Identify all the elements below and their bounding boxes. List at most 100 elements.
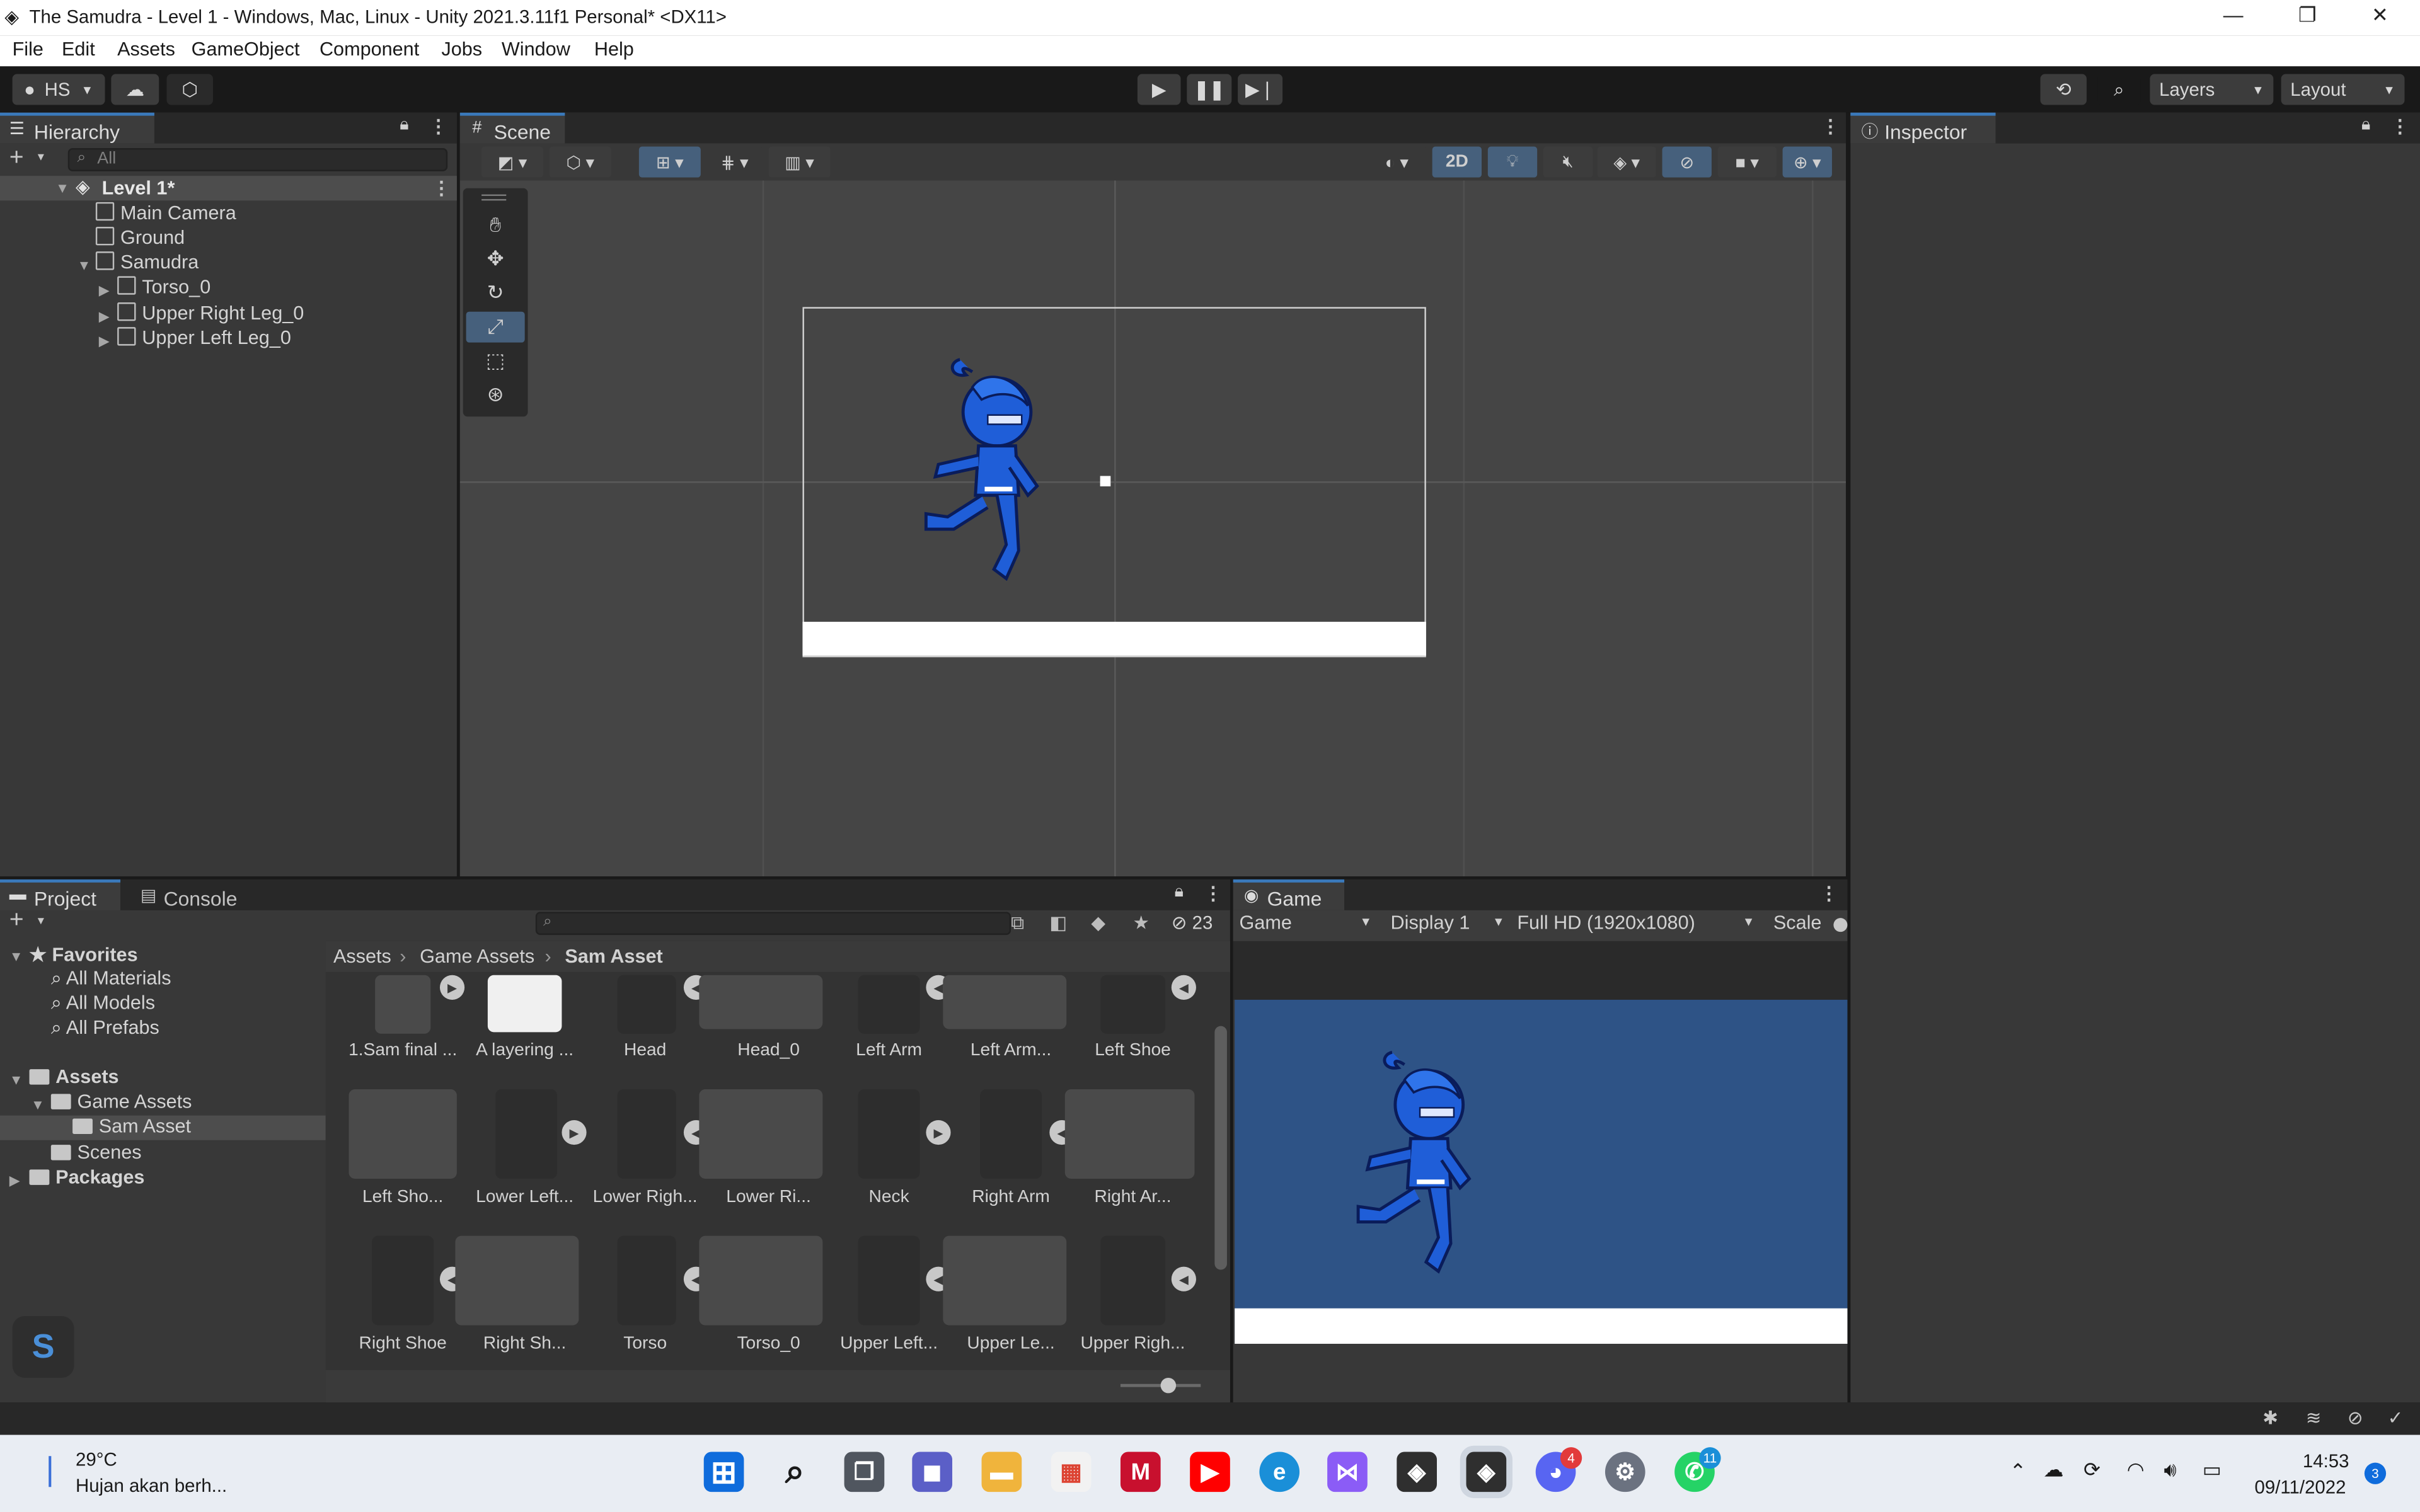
search-button[interactable]: ⌕ <box>2097 74 2141 105</box>
asset-thumb-upper-right[interactable] <box>1100 1235 1165 1326</box>
menu-file[interactable]: File <box>13 38 43 60</box>
start-menu-icon[interactable]: ⊞ <box>703 1452 744 1492</box>
resolution-select[interactable]: Full HD (1920x1080) ▼ <box>1517 912 1758 938</box>
snap-increment-dropdown[interactable]: ⋕ ▾ <box>706 146 763 178</box>
asset-thumb-lower-right[interactable] <box>617 1089 676 1179</box>
close-button[interactable]: ✕ <box>2344 3 2416 33</box>
tab-hierarchy[interactable]: ☰ Hierarchy <box>0 112 154 144</box>
project-search-input[interactable]: ⌕ <box>535 912 1011 936</box>
collapse-arrow-icon[interactable]: ▶ <box>99 309 110 326</box>
ground-sprite[interactable] <box>802 621 1426 656</box>
rect-tool[interactable]: ⬚ <box>466 346 525 377</box>
label-tag-icon[interactable]: ◆ <box>1091 912 1105 933</box>
visual-studio-icon[interactable]: ⋈ <box>1327 1452 1368 1492</box>
breadcrumb-sam-asset[interactable]: Sam Asset <box>565 946 662 967</box>
camera-gizmo-icon[interactable]: ■ <box>1099 467 1112 492</box>
menu-help[interactable]: Help <box>594 38 634 60</box>
weather-description[interactable]: Hujan akan berh... <box>76 1475 227 1496</box>
layout-dropdown[interactable]: Layout ▼ <box>2281 74 2405 105</box>
notification-center-badge[interactable]: 3 <box>2364 1462 2387 1484</box>
breadcrumb-game-assets[interactable]: Game Assets <box>420 946 534 967</box>
hierarchy-search-input[interactable]: ⌕ All <box>67 148 448 171</box>
play-button[interactable]: ▶ <box>1137 74 1181 105</box>
expand-arrow-icon[interactable]: ▼ <box>77 258 91 273</box>
collab-button[interactable]: ⬡ <box>166 74 213 105</box>
tree-packages[interactable]: Packages <box>29 1166 145 1188</box>
hierarchy-item-upper-left-leg[interactable]: Upper Left Leg_0 <box>117 327 291 352</box>
filter-type-icon[interactable]: ◧ <box>1049 912 1067 933</box>
asset-thumb-right-shoe[interactable] <box>372 1235 434 1326</box>
check-circle-icon[interactable]: ✓ <box>2388 1407 2404 1428</box>
hierarchy-item-upper-right-leg[interactable]: Upper Right Leg_0 <box>117 302 304 327</box>
clock-date[interactable]: 09/11/2022 <box>2252 1477 2346 1498</box>
scale-slider-thumb[interactable] <box>1833 918 1848 932</box>
mcafee-icon[interactable]: M <box>1120 1452 1161 1492</box>
tab-console[interactable]: ▤ Console <box>129 879 250 910</box>
sync-icon[interactable]: ⟳ <box>2083 1458 2100 1482</box>
create-add-button[interactable]: + <box>9 907 24 935</box>
tab-game[interactable]: ◉ Game <box>1233 879 1345 910</box>
lock-icon[interactable]: 🔒︎ <box>1175 883 1184 903</box>
asset-thumb-upper-left[interactable] <box>858 1235 920 1326</box>
tree-assets[interactable]: Assets <box>29 1066 119 1088</box>
hierarchy-item-ground[interactable]: Ground <box>95 227 185 251</box>
camera-dropdown[interactable]: ■ ▾ <box>1717 146 1777 178</box>
tree-scenes[interactable]: Scenes <box>50 1142 142 1164</box>
collapse-sprites-icon[interactable]: ◀ <box>1171 975 1196 1000</box>
layers-stack-icon[interactable]: ≋ <box>2306 1407 2322 1428</box>
asset-thumb-lower-left[interactable] <box>495 1089 558 1179</box>
asset-thumb-torso[interactable] <box>617 1235 676 1326</box>
asset-thumb-neck[interactable] <box>858 1089 920 1179</box>
onedrive-cloud-icon[interactable]: ☁ <box>2043 1458 2063 1482</box>
tree-all-models[interactable]: ⌕ All Models <box>51 992 155 1016</box>
asset-scrollbar[interactable] <box>1214 1026 1227 1270</box>
no-render-icon[interactable]: ⊘ <box>2348 1407 2363 1428</box>
menu-edit[interactable]: Edit <box>62 38 95 60</box>
move-tool[interactable]: ✥ <box>466 244 525 275</box>
gizmos-dropdown[interactable]: ⊕ ▾ <box>1782 146 1832 178</box>
file-explorer-icon[interactable]: ▬ <box>981 1452 1022 1492</box>
minimize-button[interactable]: — <box>2198 3 2269 33</box>
chevron-down-icon[interactable]: ▼ <box>35 917 46 927</box>
rotate-tool[interactable]: ↻ <box>466 278 525 309</box>
asset-thumb-right-arm-sprite[interactable] <box>1064 1089 1195 1179</box>
audio-toggle[interactable]: 🔇︎ <box>1543 146 1593 178</box>
chat-teams-icon[interactable]: ◼ <box>912 1452 953 1492</box>
zoom-slider-thumb[interactable] <box>1160 1377 1177 1394</box>
unity-hub-icon[interactable]: ◈ <box>1397 1452 1437 1492</box>
panel-menu-icon[interactable]: ⋮ <box>2390 116 2409 137</box>
grid-snap-toggle[interactable]: ⊞ ▾ <box>638 146 701 178</box>
asset-thumb-lower-right-sprite[interactable] <box>699 1089 823 1179</box>
layers-dropdown[interactable]: Layers ▼ <box>2150 74 2274 105</box>
asset-thumb-left-arm-sprite[interactable] <box>943 975 1067 1029</box>
tab-scene[interactable]: # Scene <box>459 112 565 144</box>
battery-icon[interactable]: ▭ <box>2203 1458 2221 1482</box>
chevron-up-icon[interactable]: ⌃ <box>2010 1460 2027 1484</box>
volume-icon[interactable]: 🔊︎ <box>2164 1458 2176 1482</box>
history-button[interactable]: ⟲ <box>2040 74 2087 105</box>
hand-tool[interactable]: ✋︎ <box>466 210 525 241</box>
asset-thumb-upper-left-sprite[interactable] <box>943 1235 1067 1326</box>
asset-thumb-left-shoe[interactable] <box>1100 975 1165 1034</box>
asset-thumb-head-0[interactable] <box>699 975 823 1029</box>
task-view-icon[interactable]: ❐ <box>844 1452 885 1492</box>
search-scope-icon[interactable]: ⧉ <box>1011 912 1024 935</box>
samudra-character-sprite[interactable] <box>917 353 1065 581</box>
collapse-arrow-icon[interactable]: ▶ <box>99 333 110 350</box>
expand-arrow-icon[interactable]: ▼ <box>9 949 23 964</box>
settings-gear-icon[interactable]: ⚙ <box>1605 1452 1645 1492</box>
scene-row[interactable]: ▼ ◈ Level 1* ⋮ <box>0 176 457 201</box>
edge-browser-icon[interactable]: e <box>1259 1452 1300 1492</box>
wifi-icon[interactable]: ◠ <box>2127 1458 2145 1482</box>
scene-menu-icon[interactable]: ⋮ <box>432 178 451 199</box>
hidden-packages-toggle[interactable]: ⊘ 23 <box>1172 912 1213 933</box>
tree-sam-asset[interactable]: Sam Asset <box>72 1116 191 1137</box>
tab-project[interactable]: ▬ Project <box>0 879 121 910</box>
transform-tool[interactable]: ⊛ <box>466 379 525 410</box>
menu-gameobject[interactable]: GameObject <box>192 38 300 60</box>
weather-temperature[interactable]: 29°C <box>76 1449 117 1470</box>
panel-menu-icon[interactable]: ⋮ <box>1821 116 1840 137</box>
expand-sprites-icon[interactable]: ▶ <box>439 975 465 1000</box>
expand-sprites-icon[interactable]: ▶ <box>562 1120 587 1145</box>
create-add-button[interactable]: + <box>9 145 24 173</box>
